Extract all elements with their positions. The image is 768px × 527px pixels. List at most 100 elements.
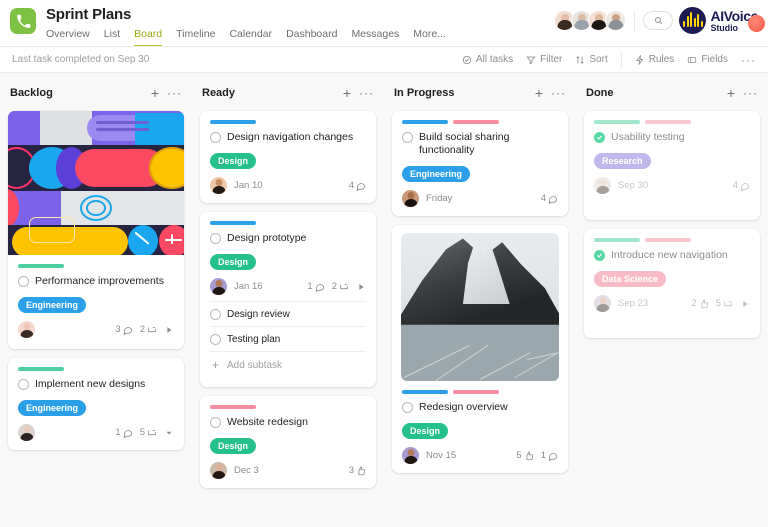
avatar[interactable]	[210, 177, 227, 194]
card-title: Introduce new navigation	[611, 249, 728, 261]
avatar[interactable]	[594, 295, 611, 312]
card-footer: Nov 15 5 1	[402, 447, 558, 464]
comment-icon	[548, 195, 558, 204]
column-menu-button[interactable]: ···	[743, 87, 758, 99]
complete-task-icon[interactable]	[402, 132, 413, 143]
card-color-bars	[18, 367, 174, 371]
card-title-row: Usability testing	[594, 131, 750, 144]
card-title: Performance improvements	[35, 275, 164, 287]
add-subtask-button[interactable]: + Add subtask	[210, 352, 366, 378]
card-website-redesign[interactable]: Website redesign Design Dec 3 3	[200, 396, 376, 488]
expand-button[interactable]	[740, 299, 750, 309]
column-header: Done + ···	[584, 81, 760, 105]
card-tag[interactable]: Engineering	[18, 297, 87, 313]
complete-subtask-icon[interactable]	[210, 334, 221, 345]
avatar[interactable]	[402, 190, 419, 207]
column-menu-button[interactable]: ···	[359, 87, 374, 99]
search-input[interactable]	[643, 11, 674, 30]
tab-dashboard[interactable]: Dashboard	[286, 28, 337, 47]
card-tag[interactable]: Data Science	[594, 271, 667, 287]
complete-task-icon[interactable]	[18, 276, 29, 287]
expand-button[interactable]	[164, 325, 174, 335]
comment-icon	[740, 182, 750, 191]
card-usability-testing[interactable]: Usability testing Research Sep 30 4	[584, 111, 760, 220]
card-performance-improvements[interactable]: Performance improvements Engineering 3 2	[8, 111, 184, 349]
card-footer: Friday 4	[402, 190, 558, 207]
tab-more[interactable]: More...	[413, 28, 446, 47]
tab-overview[interactable]: Overview	[46, 28, 90, 47]
card-list: Design navigation changes Design Jan 10 …	[200, 111, 376, 488]
tab-list[interactable]: List	[104, 28, 120, 47]
subtask-item[interactable]: Design review	[210, 302, 366, 327]
complete-task-icon[interactable]	[594, 250, 605, 261]
card-tag[interactable]: Design	[210, 438, 257, 454]
complete-subtask-icon[interactable]	[210, 309, 221, 320]
sort-icon	[576, 55, 585, 64]
add-card-button[interactable]: +	[727, 86, 735, 100]
complete-task-icon[interactable]	[210, 132, 221, 143]
card-redesign-overview[interactable]: Redesign overview Design Nov 15 5 1	[392, 225, 568, 473]
tab-timeline[interactable]: Timeline	[176, 28, 215, 47]
avatar[interactable]	[402, 447, 419, 464]
avatar[interactable]	[210, 278, 227, 295]
tab-messages[interactable]: Messages	[351, 28, 399, 47]
comment-count: 4	[541, 193, 558, 204]
card-title: Implement new designs	[35, 378, 146, 390]
check-circle-icon	[462, 55, 472, 64]
divider	[620, 52, 622, 67]
toolbar-overflow-button[interactable]: ···	[741, 54, 756, 66]
avatar[interactable]	[594, 177, 611, 194]
card-title: Build social sharing functionality	[419, 131, 510, 156]
add-card-button[interactable]: +	[151, 86, 159, 100]
card-tag[interactable]: Engineering	[18, 400, 87, 416]
card-build-social-sharing[interactable]: Build social sharing functionality Engin…	[392, 111, 568, 216]
card-tag[interactable]: Design	[210, 254, 257, 270]
card-introduce-new-navigation[interactable]: Introduce new navigation Data Science Se…	[584, 229, 760, 338]
avatar[interactable]	[210, 462, 227, 479]
tab-board[interactable]: Board	[134, 28, 163, 47]
fields-icon	[688, 56, 697, 63]
fields-button[interactable]: Fields	[687, 54, 728, 65]
column-ready: Ready + ··· Design navigation changes De…	[192, 81, 384, 527]
card-implement-new-designs[interactable]: Implement new designs Engineering 1 5	[8, 358, 184, 450]
card-due-date: Sep 23	[618, 298, 649, 309]
card-design-prototype[interactable]: Design prototype Design Jan 16 1 2 Desig…	[200, 212, 376, 387]
color-bar	[210, 221, 256, 225]
complete-task-icon[interactable]	[18, 379, 29, 390]
card-tag[interactable]: Design	[402, 423, 449, 439]
add-card-button[interactable]: +	[535, 86, 543, 100]
all-tasks-button[interactable]: All tasks	[462, 54, 513, 65]
collapse-button[interactable]	[164, 428, 174, 438]
complete-task-icon[interactable]	[210, 233, 221, 244]
expand-button[interactable]	[356, 282, 366, 292]
card-design-navigation-changes[interactable]: Design navigation changes Design Jan 10 …	[200, 111, 376, 203]
card-tag[interactable]: Design	[210, 153, 257, 169]
add-card-button[interactable]: +	[343, 86, 351, 100]
bolt-icon	[635, 54, 644, 65]
avatar[interactable]	[18, 321, 35, 338]
all-tasks-label: All tasks	[475, 54, 514, 65]
column-header: Ready + ···	[200, 81, 376, 105]
avatar[interactable]	[18, 424, 35, 441]
filter-button[interactable]: Filter	[526, 54, 562, 65]
card-tag[interactable]: Research	[594, 153, 651, 169]
column-in-progress: In Progress + ··· Build social sharing f…	[384, 81, 576, 527]
column-title: In Progress	[394, 87, 455, 99]
complete-task-icon[interactable]	[594, 132, 605, 143]
complete-task-icon[interactable]	[402, 402, 413, 413]
sort-button[interactable]: Sort	[575, 54, 608, 65]
card-body: Redesign overview Design Nov 15 5 1	[392, 381, 568, 464]
card-color-bars	[594, 120, 750, 124]
avatar[interactable]	[605, 10, 627, 31]
card-list: Performance improvements Engineering 3 2…	[8, 111, 184, 450]
rules-button[interactable]: Rules	[635, 54, 674, 65]
tab-calendar[interactable]: Calendar	[229, 28, 272, 47]
card-tag[interactable]: Engineering	[402, 166, 471, 182]
complete-task-icon[interactable]	[210, 417, 221, 428]
column-menu-button[interactable]: ···	[167, 87, 182, 99]
card-due-date: Dec 3	[234, 465, 259, 476]
title-block: Sprint Plans Overview List Board Timelin…	[46, 6, 446, 47]
subtask-item[interactable]: Testing plan	[210, 327, 366, 352]
color-bar	[18, 264, 64, 268]
column-menu-button[interactable]: ···	[551, 87, 566, 99]
